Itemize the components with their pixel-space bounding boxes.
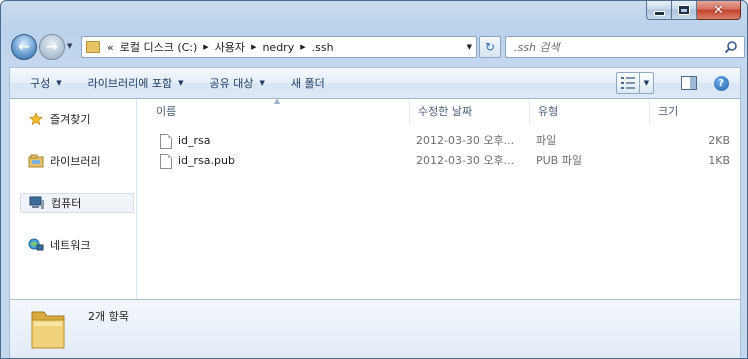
- breadcrumb-users[interactable]: 사용자: [215, 39, 245, 55]
- new-folder-label: 새 폴더: [290, 77, 325, 90]
- search-input[interactable]: [514, 38, 714, 56]
- file-list: ▲ 이름 수정한 날짜 유형 크기 id_rsa 2012-03-30 오후..…: [138, 96, 740, 299]
- preview-pane-icon: [681, 76, 697, 90]
- file-row[interactable]: id_rsa 2012-03-30 오후... 파일 2KB: [138, 131, 740, 151]
- organize-button[interactable]: 구성 ▼: [20, 71, 72, 95]
- include-in-library-label: 라이브러리에 포함: [87, 77, 173, 90]
- chevron-right-icon[interactable]: ▶: [300, 43, 305, 51]
- preview-pane-button[interactable]: [678, 72, 700, 94]
- chevron-down-icon: ▼: [178, 79, 184, 87]
- network-icon: [28, 237, 44, 253]
- breadcrumb-nedry[interactable]: nedry: [262, 41, 294, 54]
- folder-icon: [31, 311, 65, 349]
- nav-item-favorites[interactable]: 즐겨찾기: [20, 109, 134, 129]
- recent-pages-dropdown[interactable]: ▼: [67, 42, 77, 52]
- help-icon: ?: [713, 75, 729, 91]
- content-area: 즐겨찾기 라이브러리 컴퓨터 네트워크 ▲ 이름 수정한 날짜 유형 크기 id…: [9, 96, 741, 299]
- search-box[interactable]: [505, 36, 745, 58]
- file-size: 2KB: [708, 134, 730, 147]
- navigation-bar: ← → ▼ « 로컬 디스크 (C:) ▶ 사용자 ▶ nedry ▶ .ssh…: [9, 34, 745, 60]
- nav-item-label: 컴퓨터: [51, 197, 82, 210]
- breadcrumb-overflow[interactable]: «: [107, 41, 114, 54]
- forward-button[interactable]: →: [39, 34, 65, 60]
- refresh-button[interactable]: ↻: [479, 36, 501, 58]
- nav-item-label: 라이브러리: [50, 155, 101, 168]
- file-name: id_rsa.pub: [178, 154, 235, 167]
- library-icon: [28, 153, 44, 169]
- nav-item-network[interactable]: 네트워크: [20, 235, 134, 255]
- file-name-cell[interactable]: id_rsa: [160, 131, 211, 151]
- address-bar[interactable]: « 로컬 디스크 (C:) ▶ 사용자 ▶ nedry ▶ .ssh ▼: [81, 36, 477, 58]
- maximize-button[interactable]: [672, 1, 697, 20]
- maximize-icon: [679, 6, 689, 14]
- minimize-icon: [654, 12, 664, 15]
- column-header-type[interactable]: 유형: [530, 99, 650, 124]
- file-size: 1KB: [708, 154, 730, 167]
- chevron-down-icon: ▼: [56, 79, 62, 87]
- breadcrumb-ssh[interactable]: .ssh: [312, 41, 334, 54]
- file-type: 파일: [536, 134, 557, 147]
- details-view-icon: [621, 77, 635, 89]
- chevron-down-icon[interactable]: ▼: [467, 43, 472, 51]
- star-icon: [28, 111, 44, 127]
- command-bar: 구성 ▼ 라이브러리에 포함 ▼ 공유 대상 ▼ 새 폴더 ▼ ?: [9, 67, 741, 99]
- chevron-right-icon[interactable]: ▶: [203, 43, 208, 51]
- item-count: 2개 항목: [88, 310, 129, 323]
- file-row[interactable]: id_rsa.pub 2012-03-30 오후... PUB 파일 1KB: [138, 151, 740, 171]
- column-header-row: ▲ 이름 수정한 날짜 유형 크기: [138, 96, 740, 124]
- nav-item-label: 네트워크: [50, 239, 91, 252]
- refresh-icon: ↻: [484, 40, 496, 54]
- caption-buttons: ✕: [646, 1, 741, 21]
- help-button[interactable]: ?: [710, 72, 732, 94]
- column-header-size[interactable]: 크기: [650, 99, 740, 124]
- file-date: 2012-03-30 오후...: [416, 154, 515, 167]
- file-name: id_rsa: [178, 134, 211, 147]
- share-with-label: 공유 대상: [209, 77, 254, 90]
- file-date: 2012-03-30 오후...: [416, 134, 515, 147]
- breadcrumb-local-disk[interactable]: 로컬 디스크 (C:): [120, 39, 198, 55]
- details-pane: 2개 항목: [9, 299, 741, 358]
- close-button[interactable]: ✕: [697, 1, 741, 20]
- column-header-name[interactable]: 이름: [148, 99, 410, 124]
- nav-item-label: 즐겨찾기: [50, 113, 91, 126]
- column-header-date[interactable]: 수정한 날짜: [410, 99, 530, 124]
- view-controls: ▼ ?: [616, 72, 732, 94]
- view-options-dropdown[interactable]: ▼: [640, 72, 654, 94]
- new-folder-button[interactable]: 새 폴더: [281, 71, 335, 95]
- folder-icon: [86, 41, 100, 53]
- explorer-window: ✕ ← → ▼ « 로컬 디스크 (C:) ▶ 사용자 ▶ nedry ▶ .s…: [0, 0, 748, 359]
- nav-item-computer[interactable]: 컴퓨터: [20, 193, 134, 213]
- forward-arrow-icon: →: [46, 39, 58, 55]
- file-icon: [160, 153, 172, 169]
- back-button[interactable]: ←: [11, 34, 37, 60]
- organize-label: 구성: [30, 77, 51, 90]
- share-with-button[interactable]: 공유 대상 ▼: [200, 71, 275, 95]
- navigation-pane: 즐겨찾기 라이브러리 컴퓨터 네트워크: [10, 99, 137, 299]
- file-type: PUB 파일: [536, 154, 582, 167]
- close-icon: ✕: [713, 2, 724, 18]
- nav-item-libraries[interactable]: 라이브러리: [20, 151, 134, 171]
- back-arrow-icon: ←: [18, 39, 30, 55]
- chevron-right-icon[interactable]: ▶: [251, 43, 256, 51]
- include-in-library-button[interactable]: 라이브러리에 포함 ▼: [78, 71, 194, 95]
- search-icon[interactable]: [724, 40, 738, 54]
- file-icon: [160, 133, 172, 149]
- file-name-cell[interactable]: id_rsa.pub: [160, 151, 235, 171]
- computer-icon: [29, 195, 45, 211]
- change-view-button[interactable]: [616, 72, 640, 94]
- minimize-button[interactable]: [646, 1, 672, 20]
- chevron-down-icon: ▼: [259, 79, 265, 87]
